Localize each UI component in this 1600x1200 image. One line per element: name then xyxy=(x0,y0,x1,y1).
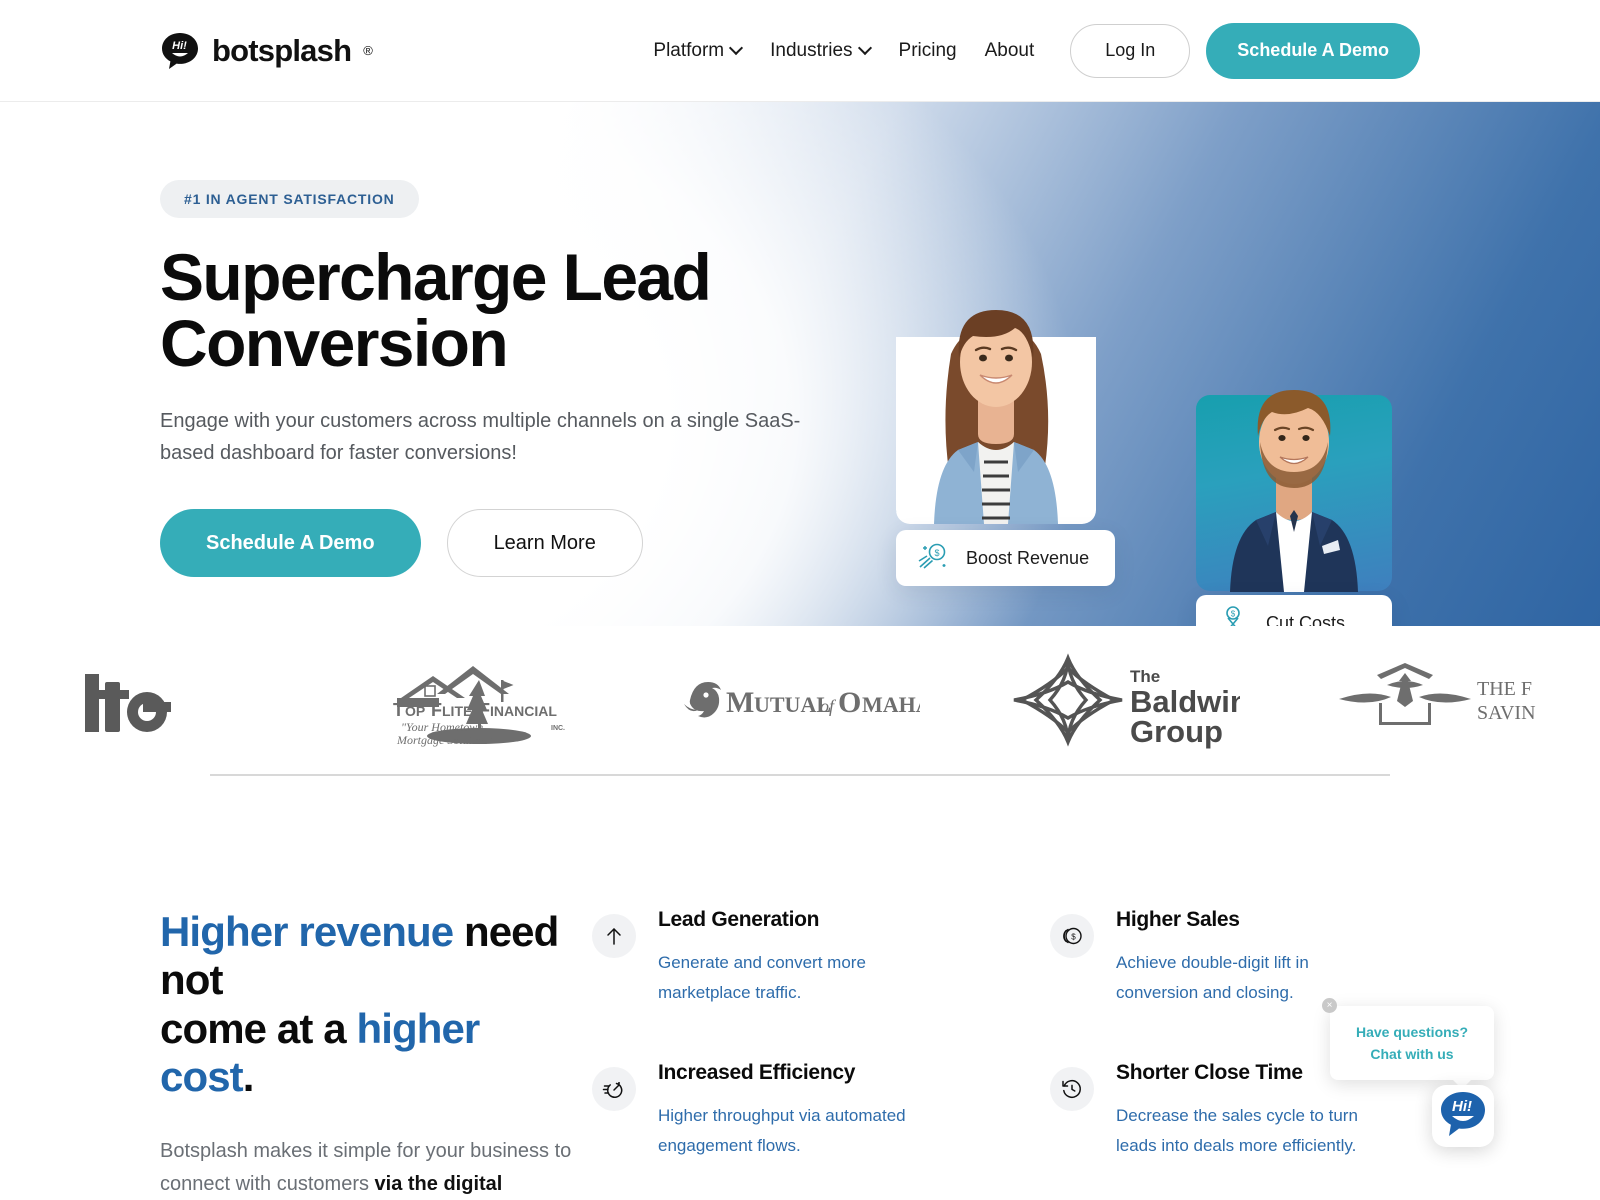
svg-text:O: O xyxy=(838,686,861,719)
chip-label: Boost Revenue xyxy=(966,547,1090,568)
chevron-down-icon xyxy=(860,43,871,54)
svg-text:Hi!: Hi! xyxy=(172,40,187,52)
feature-title: Shorter Close Time xyxy=(1116,1060,1303,1084)
svg-text:M: M xyxy=(726,686,754,719)
value-paragraph-part-a: Botsplash makes it simple for your busin… xyxy=(160,1140,572,1195)
feature-title: Lead Generation xyxy=(658,908,820,931)
logo-eagle-savings: THE F SAVIN xyxy=(1280,650,1600,750)
login-button[interactable]: Log In xyxy=(1070,23,1191,78)
chat-hi-icon: Hi! xyxy=(1438,1089,1488,1144)
hero-badge: #1 IN AGENT SATISFACTION xyxy=(160,180,419,218)
hero-subtext: Engage with your customers across multip… xyxy=(160,410,801,464)
feature-title: Higher Sales xyxy=(1116,908,1240,931)
baldwin-line-group: Group xyxy=(1130,714,1223,749)
close-icon[interactable]: × xyxy=(1322,998,1337,1013)
nav-label: Industries xyxy=(770,39,853,61)
feature-item-increased-efficiency: Increased Efficiency Higher throughput v… xyxy=(592,1061,1042,1200)
hero-chip-cut-costs: $ Cut Costs xyxy=(1196,595,1392,626)
brand-registered: ® xyxy=(363,43,373,58)
hero-photo-card-1 xyxy=(896,337,1096,523)
chip-label: Cut Costs xyxy=(1266,612,1346,627)
svg-text:$: $ xyxy=(1071,932,1076,941)
value-paragraph: Botsplash makes it simple for your busin… xyxy=(160,1135,580,1200)
scissors-dollar-icon: $ xyxy=(1216,604,1250,626)
speed-gauge-icon xyxy=(592,1066,636,1111)
logo-top-flite-financial: T OP F LITE F INANCIAL INC. "Your Hometo… xyxy=(320,650,640,750)
feature-title: Increased Efficiency xyxy=(658,1060,856,1084)
nav-label: Platform xyxy=(653,39,725,61)
logo-ite xyxy=(0,650,320,750)
page-title: Supercharge Lead Conversion xyxy=(160,244,860,376)
svg-text:T: T xyxy=(393,700,404,720)
hero-heading-line1: Supercharge Lead xyxy=(160,240,712,314)
customer-logos-strip: T OP F LITE F INANCIAL INC. "Your Hometo… xyxy=(0,626,1600,774)
logo-mutual-of-omaha: M UTUAL of O MAHA xyxy=(640,650,960,750)
hero-heading-line2: Conversion xyxy=(160,306,509,380)
nav-item-industries[interactable]: Industries xyxy=(756,40,884,62)
chevron-down-icon xyxy=(731,43,742,54)
svg-text:"Your Hometown: "Your Hometown xyxy=(401,720,483,734)
chat-tooltip-line-2: Chat with us xyxy=(1370,1046,1454,1062)
nav-label: About xyxy=(984,39,1035,61)
svg-text:$: $ xyxy=(934,548,939,558)
value-heading-plain-2: come at a xyxy=(160,1004,357,1052)
chat-tooltip-line-1: Have questions? xyxy=(1355,1024,1469,1040)
coins-dollar-icon: $ xyxy=(1050,914,1094,958)
arrow-up-icon xyxy=(592,914,636,958)
schedule-demo-nav-button[interactable]: Schedule A Demo xyxy=(1206,22,1420,79)
hero-chip-boost-revenue: $ Boost Revenue xyxy=(896,530,1116,586)
svg-text:OP: OP xyxy=(405,703,425,719)
learn-more-button[interactable]: Learn More xyxy=(446,509,643,578)
feature-description: Higher throughput via automated engageme… xyxy=(658,1105,906,1155)
logo-baldwin-group: The Baldwin Group xyxy=(960,650,1280,750)
feature-description: Generate and convert more marketplace tr… xyxy=(658,953,866,1003)
feature-description: Decrease the sales cycle to turn leads i… xyxy=(1116,1105,1358,1155)
eagle-line-2: SAVIN xyxy=(1477,702,1536,724)
svg-text:F: F xyxy=(479,700,490,720)
landing-page: Hi! botsplash ® Platform Industries Pric… xyxy=(0,0,1600,1200)
nav-item-platform[interactable]: Platform xyxy=(639,40,756,62)
svg-text:MAHA: MAHA xyxy=(862,692,920,717)
clock-rewind-icon xyxy=(1050,1066,1094,1111)
svg-text:F: F xyxy=(431,700,442,720)
chat-launcher-button[interactable]: Hi! xyxy=(1432,1085,1494,1147)
eagle-line-1: THE F xyxy=(1477,678,1532,700)
value-heading-accent-1: Higher revenue xyxy=(160,908,454,955)
nav-item-pricing[interactable]: Pricing xyxy=(885,40,971,62)
main-navigation: Platform Industries Pricing About Log In… xyxy=(639,22,1420,79)
svg-text:INC.: INC. xyxy=(551,725,565,732)
hero-photo-card-2 xyxy=(1196,395,1392,591)
feature-item-lead-generation: Lead Generation Generate and convert mor… xyxy=(592,908,1042,1061)
nav-item-about[interactable]: About xyxy=(971,40,1049,62)
svg-text:Mortgage Solution": Mortgage Solution" xyxy=(396,733,493,747)
svg-text:Hi!: Hi! xyxy=(1452,1098,1472,1115)
brand-name: botsplash xyxy=(212,32,352,68)
schedule-demo-button[interactable]: Schedule A Demo xyxy=(160,509,421,578)
nav-label: Pricing xyxy=(898,39,957,61)
site-header: Hi! botsplash ® Platform Industries Pric… xyxy=(0,0,1600,102)
rocket-dollar-icon: $ xyxy=(916,539,950,578)
svg-text:$: $ xyxy=(1231,609,1236,618)
hero-section: #1 IN AGENT SATISFACTION Supercharge Lea… xyxy=(0,102,1600,626)
speech-bubble-hi-icon: Hi! xyxy=(160,31,200,71)
svg-text:INANCIAL: INANCIAL xyxy=(490,703,557,719)
svg-text:LITE: LITE xyxy=(442,703,472,719)
value-copy: Higher revenue need not come at a higher… xyxy=(0,908,580,1200)
value-heading-period: . xyxy=(242,1052,255,1100)
svg-text:of: of xyxy=(820,696,837,716)
value-heading: Higher revenue need not come at a higher… xyxy=(160,908,580,1101)
brand-logo[interactable]: Hi! botsplash ® xyxy=(160,31,373,71)
chat-tooltip[interactable]: × Have questions? Chat with us xyxy=(1322,998,1494,1089)
value-section: Higher revenue need not come at a higher… xyxy=(0,776,1600,1200)
